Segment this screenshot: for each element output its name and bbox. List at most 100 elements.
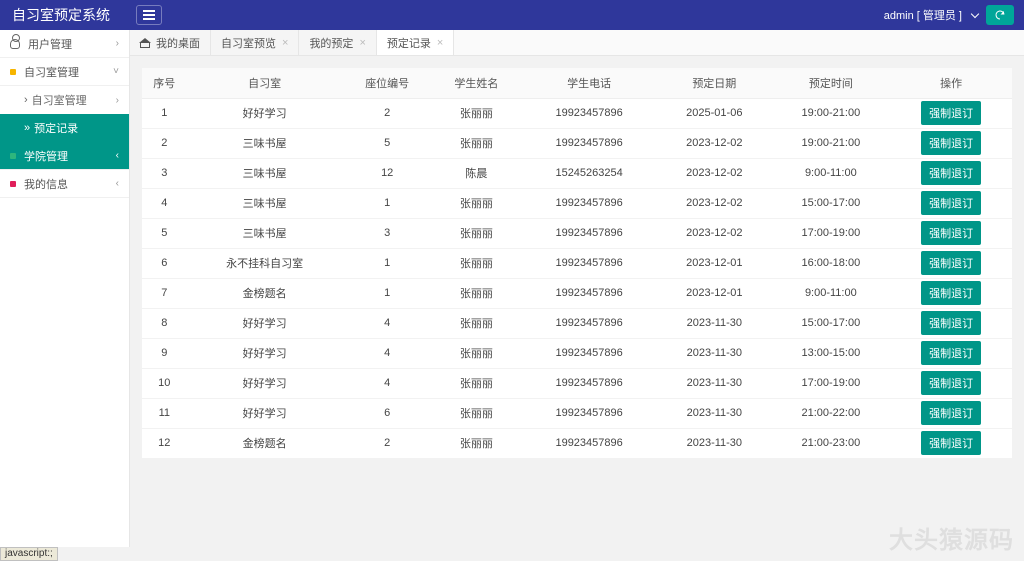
- force-cancel-button[interactable]: 强制退订: [921, 341, 981, 365]
- col-header-1: 自习室: [187, 68, 343, 98]
- cell-action: 强制退订: [890, 308, 1012, 338]
- cell-name: 张丽丽: [432, 398, 521, 428]
- chevron-icon: ›: [116, 38, 119, 49]
- cell-seat: 4: [343, 338, 432, 368]
- header: 自习室预定系统 admin [ 管理员 ]: [0, 0, 1024, 30]
- cell-time: 9:00-11:00: [771, 278, 890, 308]
- cell-name: 张丽丽: [432, 428, 521, 458]
- refresh-button[interactable]: [986, 5, 1014, 25]
- cell-phone: 19923457896: [521, 188, 657, 218]
- cell-phone: 19923457896: [521, 368, 657, 398]
- close-icon[interactable]: ×: [359, 37, 365, 49]
- tab-label: 预定记录: [387, 35, 431, 51]
- col-header-0: 序号: [142, 68, 187, 98]
- cell-room: 好好学习: [187, 368, 343, 398]
- user-icon: [10, 39, 20, 49]
- cell-action: 强制退订: [890, 248, 1012, 278]
- sidebar-item-3[interactable]: » 预定记录: [0, 114, 129, 142]
- cell-seat: 1: [343, 248, 432, 278]
- close-icon[interactable]: ×: [282, 37, 288, 49]
- cell-date: 2023-12-02: [657, 128, 771, 158]
- cell-name: 张丽丽: [432, 308, 521, 338]
- cell-date: 2023-12-02: [657, 218, 771, 248]
- force-cancel-button[interactable]: 强制退订: [921, 311, 981, 335]
- tab-label: 我的桌面: [156, 35, 200, 51]
- cell-seat: 1: [343, 188, 432, 218]
- col-header-2: 座位编号: [343, 68, 432, 98]
- force-cancel-button[interactable]: 强制退订: [921, 221, 981, 245]
- force-cancel-button[interactable]: 强制退订: [921, 101, 981, 125]
- cell-action: 强制退订: [890, 158, 1012, 188]
- records-table-card: 序号自习室座位编号学生姓名学生电话预定日期预定时间操作 1好好学习2张丽丽199…: [142, 68, 1012, 459]
- cell-phone: 19923457896: [521, 218, 657, 248]
- cell-phone: 19923457896: [521, 338, 657, 368]
- force-cancel-button[interactable]: 强制退订: [921, 281, 981, 305]
- user-label[interactable]: admin [ 管理员 ]: [884, 7, 962, 23]
- cell-n: 7: [142, 278, 187, 308]
- cell-n: 6: [142, 248, 187, 278]
- sidebar-item-1[interactable]: 自习室管理˅: [0, 58, 129, 86]
- cell-seat: 6: [343, 398, 432, 428]
- cell-date: 2023-12-01: [657, 248, 771, 278]
- cell-time: 16:00-18:00: [771, 248, 890, 278]
- cell-room: 金榜题名: [187, 428, 343, 458]
- table-row: 5三味书屋3张丽丽199234578962023-12-0217:00-19:0…: [142, 218, 1012, 248]
- cell-action: 强制退订: [890, 338, 1012, 368]
- watermark: 大头猿源码: [889, 520, 1014, 555]
- cell-n: 3: [142, 158, 187, 188]
- col-header-4: 学生电话: [521, 68, 657, 98]
- cell-time: 21:00-22:00: [771, 398, 890, 428]
- cell-room: 金榜题名: [187, 278, 343, 308]
- force-cancel-button[interactable]: 强制退订: [921, 431, 981, 455]
- cell-room: 三味书屋: [187, 218, 343, 248]
- sidebar-item-5[interactable]: 我的信息‹: [0, 170, 129, 198]
- tab-3[interactable]: 预定记录 ×: [377, 30, 454, 55]
- chevron-icon: ˅: [113, 66, 119, 77]
- cell-phone: 19923457896: [521, 428, 657, 458]
- force-cancel-button[interactable]: 强制退订: [921, 371, 981, 395]
- force-cancel-button[interactable]: 强制退订: [921, 401, 981, 425]
- cell-time: 19:00-21:00: [771, 98, 890, 128]
- cell-n: 8: [142, 308, 187, 338]
- sidebar-item-label: 预定记录: [34, 120, 78, 136]
- cell-date: 2023-11-30: [657, 338, 771, 368]
- force-cancel-button[interactable]: 强制退订: [921, 251, 981, 275]
- bullet-icon: »: [24, 122, 30, 134]
- menu-toggle-button[interactable]: [136, 5, 162, 25]
- cell-n: 12: [142, 428, 187, 458]
- home-icon: [140, 38, 150, 48]
- cell-date: 2025-01-06: [657, 98, 771, 128]
- cell-time: 15:00-17:00: [771, 188, 890, 218]
- cell-name: 张丽丽: [432, 128, 521, 158]
- table-row: 2三味书屋5张丽丽199234578962023-12-0219:00-21:0…: [142, 128, 1012, 158]
- tab-2[interactable]: 我的预定×: [299, 30, 376, 55]
- tab-1[interactable]: 自习室预览×: [211, 30, 299, 55]
- table-row: 7金榜题名1张丽丽199234578962023-12-019:00-11:00…: [142, 278, 1012, 308]
- cell-date: 2023-11-30: [657, 428, 771, 458]
- chevron-icon: ›: [116, 95, 119, 106]
- cell-room: 好好学习: [187, 98, 343, 128]
- col-header-6: 预定时间: [771, 68, 890, 98]
- close-icon[interactable]: ×: [437, 37, 443, 49]
- cell-n: 10: [142, 368, 187, 398]
- cell-date: 2023-12-01: [657, 278, 771, 308]
- cell-n: 4: [142, 188, 187, 218]
- force-cancel-button[interactable]: 强制退订: [921, 131, 981, 155]
- chevron-down-icon[interactable]: [971, 10, 979, 18]
- cell-n: 5: [142, 218, 187, 248]
- table-row: 4三味书屋1张丽丽199234578962023-12-0215:00-17:0…: [142, 188, 1012, 218]
- sidebar-item-0[interactable]: 用户管理›: [0, 30, 129, 58]
- cell-room: 好好学习: [187, 308, 343, 338]
- sidebar-item-4[interactable]: 学院管理‹: [0, 142, 129, 170]
- cell-seat: 1: [343, 278, 432, 308]
- app-logo: 自习室预定系统: [0, 5, 130, 25]
- cell-date: 2023-11-30: [657, 368, 771, 398]
- force-cancel-button[interactable]: 强制退订: [921, 191, 981, 215]
- sidebar-item-2[interactable]: › 自习室管理›: [0, 86, 129, 114]
- cell-n: 11: [142, 398, 187, 428]
- cell-n: 9: [142, 338, 187, 368]
- dot-icon: [10, 69, 16, 75]
- cell-date: 2023-11-30: [657, 308, 771, 338]
- force-cancel-button[interactable]: 强制退订: [921, 161, 981, 185]
- tab-0[interactable]: 我的桌面: [130, 30, 211, 55]
